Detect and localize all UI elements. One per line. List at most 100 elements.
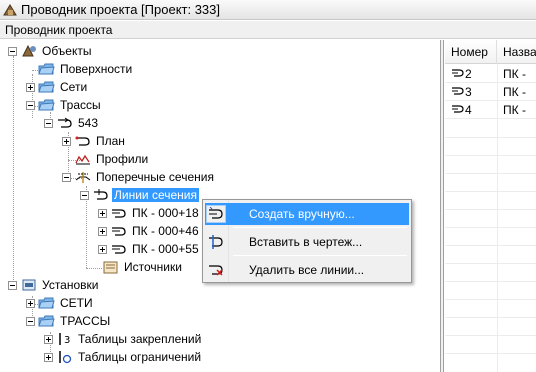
expand-toggle[interactable] (98, 208, 107, 218)
tree-node-alignment-543[interactable]: 543 (44, 114, 100, 132)
menu-item-label: Создать вручную... (249, 207, 355, 221)
folder-icon (38, 98, 55, 113)
folder-icon (38, 314, 55, 329)
context-menu: Создать вручную... Вставить в чертеж... … (202, 199, 412, 283)
section-line-icon (451, 103, 465, 117)
tree-label: Трассы (60, 98, 101, 112)
expand-toggle[interactable] (62, 136, 71, 146)
expand-toggle[interactable] (26, 82, 35, 92)
tree-node-alignments[interactable]: Трассы (26, 96, 103, 114)
section-list[interactable]: Номер Назва 2 ПК - 3 ПК - 4 ПК - (445, 40, 536, 372)
collapse-toggle[interactable] (26, 316, 35, 326)
collapse-toggle[interactable] (62, 172, 71, 182)
column-header-number[interactable]: Номер (445, 40, 497, 64)
pane-splitter[interactable] (440, 40, 444, 372)
tree-node-settings-alignments[interactable]: ТРАССЫ (26, 312, 112, 330)
expand-toggle[interactable] (98, 226, 107, 236)
tree-node-restriction-tables[interactable]: Таблицы ограничений (44, 348, 203, 366)
expand-toggle[interactable] (44, 352, 53, 362)
tree-label: Таблицы ограничений (78, 350, 202, 364)
menu-item-insert-into-drawing[interactable]: Вставить в чертеж... (205, 231, 409, 253)
tree-node-surfaces[interactable]: Поверхности (38, 60, 134, 78)
tree-label: 543 (78, 116, 99, 130)
tree-label: Объекты (42, 44, 92, 58)
list-row[interactable]: 4 ПК - (445, 101, 536, 119)
collapse-toggle[interactable] (80, 190, 89, 200)
row-name: ПК - (503, 66, 526, 81)
row-name: ПК - (503, 84, 526, 99)
tree-label: Поверхности (60, 62, 133, 76)
tree-label: Сети (60, 80, 88, 94)
folder-icon (38, 296, 55, 311)
tree-label: План (96, 134, 125, 148)
row-name: ПК - (503, 102, 526, 117)
menu-item-label: Вставить в чертеж... (249, 235, 363, 249)
collapse-toggle[interactable] (44, 118, 53, 128)
row-number: 4 (465, 102, 472, 117)
list-row[interactable]: 3 ПК - (445, 83, 536, 101)
tree-node-sources[interactable]: Источники (102, 258, 184, 276)
delete-lines-icon (206, 261, 226, 279)
tree-label: ПК - 000+18 (132, 206, 199, 220)
tree-node-cross-sections[interactable]: Поперечные сечения (62, 168, 216, 186)
menu-project-explorer[interactable]: Проводник проекта (5, 23, 112, 37)
alignment-icon (56, 116, 73, 131)
tree-label: Профили (96, 152, 149, 166)
tree-node-settings-networks[interactable]: СЕТИ (26, 294, 95, 312)
tree-label: Линии сечения (112, 188, 199, 202)
section-line-icon (451, 85, 465, 99)
tree-node-pk-3[interactable]: ПК - 000+55 (98, 240, 201, 258)
plan-icon (74, 134, 91, 149)
tree-node-plan[interactable]: План (62, 132, 127, 150)
row-number: 2 (465, 66, 472, 81)
section-lines-icon (92, 188, 109, 203)
tree-node-fixation-tables[interactable]: 3 Таблицы закреплений (44, 330, 203, 348)
tree-label: Таблицы закреплений (78, 332, 202, 346)
tree-node-networks[interactable]: Сети (26, 78, 89, 96)
project-explorer-icon (3, 3, 18, 17)
column-header-name[interactable]: Назва (497, 40, 536, 64)
objects-icon (20, 44, 37, 59)
tree-node-profiles[interactable]: Профили (74, 150, 150, 168)
section-line-icon (110, 206, 127, 221)
collapse-toggle[interactable] (26, 100, 35, 110)
tree-label: ПК - 000+46 (132, 224, 199, 238)
tree-node-pk-1[interactable]: ПК - 000+18 (98, 204, 201, 222)
tree-label: ТРАССЫ (60, 314, 111, 328)
sources-icon (102, 260, 119, 275)
menubar: Проводник проекта (0, 21, 536, 39)
menu-item-create-manually[interactable]: Создать вручную... (205, 203, 409, 225)
menu-item-label: Удалить все линии... (249, 263, 365, 277)
tree-label: ПК - 000+55 (132, 242, 199, 256)
expand-toggle[interactable] (44, 334, 53, 344)
create-section-icon (206, 205, 226, 223)
section-line-icon (451, 67, 465, 81)
tree-label: Источники (124, 260, 182, 274)
menu-item-delete-all-lines[interactable]: Удалить все линии... (205, 259, 409, 281)
expand-toggle[interactable] (98, 244, 107, 254)
tree-node-objects[interactable]: Объекты (8, 42, 94, 60)
tree-label: СЕТИ (60, 296, 93, 310)
tree-label: Поперечные сечения (96, 170, 214, 184)
profile-icon (74, 152, 91, 167)
fixation-table-icon: 3 (56, 332, 73, 347)
tree-node-settings[interactable]: Установки (8, 276, 100, 294)
list-row[interactable]: 2 ПК - (445, 65, 536, 83)
restriction-table-icon (56, 350, 73, 365)
settings-icon (20, 278, 37, 293)
section-line-icon (110, 224, 127, 239)
folder-icon (38, 62, 55, 77)
tree-label: Установки (42, 278, 99, 292)
tree-node-section-lines[interactable]: Линии сечения (80, 186, 199, 204)
window-titlebar: Проводник проекта [Проект: 333] (0, 0, 536, 20)
collapse-toggle[interactable] (8, 46, 17, 56)
expand-toggle[interactable] (26, 298, 35, 308)
svg-text:3: 3 (64, 335, 70, 346)
section-line-icon (110, 242, 127, 257)
collapse-toggle[interactable] (8, 280, 17, 290)
insert-drawing-icon (206, 233, 226, 251)
window-title: Проводник проекта [Проект: 333] (21, 2, 221, 17)
tree-node-pk-2[interactable]: ПК - 000+46 (98, 222, 201, 240)
list-header: Номер Назва (445, 40, 536, 64)
row-number: 3 (465, 84, 472, 99)
